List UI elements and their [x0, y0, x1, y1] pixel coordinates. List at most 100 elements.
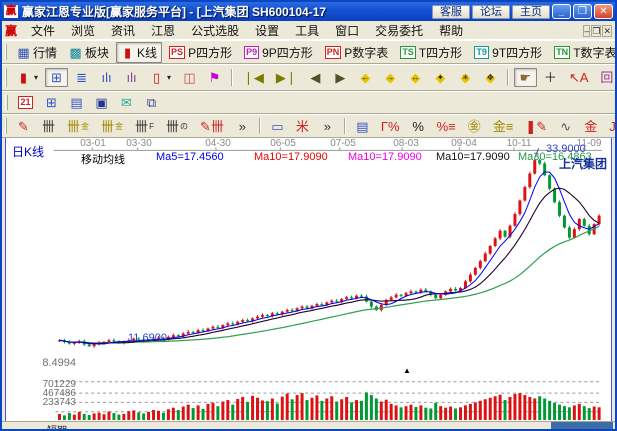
gold-circle-button[interactable]: ㊎ [463, 117, 486, 136]
last-page-button[interactable]: ▶❘ [271, 68, 302, 87]
pan-left-button[interactable]: ◆← [354, 68, 377, 87]
pan-right-button[interactable]: ◆→ [379, 68, 402, 87]
t9-square-button[interactable]: T99T四方形 [469, 42, 547, 63]
expand-h-button[interactable]: ◆↔ [404, 68, 427, 87]
quotes-button[interactable]: ▦行情 [12, 42, 62, 63]
rake-f-button[interactable]: 卌F [130, 117, 159, 136]
kline-button[interactable]: ▮K线 [116, 42, 162, 63]
info-panel-button[interactable]: ≣ [70, 68, 93, 87]
toolbar-grip[interactable] [5, 95, 8, 110]
calendar21-button[interactable]: 21 [13, 94, 38, 111]
menu-trade[interactable]: 交易委托 [367, 23, 431, 39]
rake-gold2-button[interactable]: 卌金 [96, 117, 128, 136]
menu-help[interactable]: 帮助 [431, 23, 471, 39]
home-button[interactable]: 主页 [512, 5, 550, 19]
menu-window[interactable]: 窗口 [327, 23, 367, 39]
menu-browse[interactable]: 浏览 [63, 23, 103, 39]
fib-percent-button[interactable]: Γ% [376, 117, 405, 136]
box-tool-button[interactable]: ▭ [266, 117, 289, 136]
t-table-button[interactable]: TNT数字表 [549, 42, 615, 63]
mdi-close-button[interactable]: ✕ [602, 25, 612, 37]
toolbar-grip[interactable] [5, 68, 7, 86]
restore-button[interactable]: ❐ [573, 4, 592, 19]
menu-tools[interactable]: 工具 [287, 23, 327, 39]
p9-square-button[interactable]: P99P四方形 [239, 42, 318, 63]
close-button[interactable]: ✕ [594, 4, 613, 19]
percent-button[interactable]: % [407, 117, 430, 136]
candle-style-icon: ▯ [150, 70, 163, 85]
toolbar-navigation: ▮▾⊞≣ılıılı▯▾◫⚑❘◀▶❘◀▶◆←◆→◆↔◆✦◆✳◆✥☛＋↖A回爻 [2, 64, 615, 91]
notes-button[interactable]: ▤ [65, 93, 88, 112]
candle-style-dropdown[interactable]: ▯▾ [145, 68, 176, 87]
menu-settings[interactable]: 设置 [247, 23, 287, 39]
figures-button[interactable]: ◫ [178, 68, 201, 87]
menu-formula-stockpick[interactable]: 公式选股 [183, 23, 247, 39]
save-button[interactable]: ▣ [90, 93, 113, 112]
kline-chart-panel[interactable]: 日K线 03-0103-3004-3006-0507-0508-0309-041… [5, 138, 612, 421]
compress-h-button[interactable]: ◆✦ [429, 68, 452, 87]
menu-news[interactable]: 资讯 [103, 23, 143, 39]
forum-button[interactable]: 论坛 [472, 5, 510, 19]
p-square-button[interactable]: PSP四方形 [164, 42, 237, 63]
p-table-button[interactable]: PNP数字表 [320, 42, 394, 63]
toolbar-separator [507, 69, 509, 87]
gann-grid-button[interactable]: 回 [595, 68, 615, 87]
export-button[interactable]: ⧉ [140, 93, 163, 112]
crosshair-tool-button[interactable]: ＋ [539, 68, 562, 87]
mdi-restore-button[interactable]: ❐ [591, 25, 601, 37]
pen-rake-button[interactable]: ✎卌 [195, 117, 229, 136]
label-tool-button[interactable]: ↖A [564, 68, 594, 87]
stock-name-label: 上汽集团 [559, 155, 607, 172]
rake-spiral-button[interactable]: 卌の [161, 117, 193, 136]
percent-lines-button[interactable]: %≡ [432, 117, 461, 136]
mdi-minimize-button[interactable]: – [583, 25, 590, 37]
diamond-expand-icon: ◆↔ [409, 70, 422, 85]
rake-gold1-button[interactable]: 卌金 [62, 117, 94, 136]
bars9-button[interactable]: ılı [120, 68, 143, 87]
pn-badge-icon: PN [325, 46, 342, 59]
toolbar-grip[interactable] [5, 118, 7, 134]
toolbar-button-label: P四方形 [188, 44, 232, 61]
toolbar4-more1-button[interactable]: » [231, 117, 254, 136]
toolbar-main: ▦行情▩板块▮K线PSP四方形P99P四方形PNP数字表TST四方形T99T四方… [2, 40, 615, 64]
t-square-button[interactable]: TST四方形 [395, 42, 467, 63]
wave-button[interactable]: ∿ [554, 117, 577, 136]
flag-button[interactable]: ⚑ [203, 68, 226, 87]
gold-lines-button[interactable]: 金≡ [488, 117, 519, 136]
minimize-button[interactable]: _ [552, 4, 571, 19]
percent-icon: % [412, 119, 425, 134]
ts-badge-icon: TS [400, 46, 416, 59]
rake-tool-button[interactable]: 卌 [37, 117, 60, 136]
compress-all-button[interactable]: ◆✳ [454, 68, 477, 87]
title-bar[interactable]: 赢 赢家江恩专业版[赢家服务平台] - [上汽集团 SH600104-17 客服… [2, 2, 615, 21]
pen-tool-button[interactable]: ✎ [12, 117, 35, 136]
candle-pen-button[interactable]: ❚✎ [520, 117, 552, 136]
zoom-region-button[interactable]: ⊞ [45, 68, 68, 87]
service-button[interactable]: 客服 [432, 5, 470, 19]
list-tool-button[interactable]: ▤ [351, 117, 374, 136]
period-dropdown[interactable]: ▮▾ [12, 68, 43, 87]
matrix-button[interactable]: ⊞ [40, 93, 63, 112]
grid-icon: ▦ [17, 45, 30, 60]
hand-tool-button[interactable]: ☛ [514, 68, 537, 87]
gold-line-button[interactable]: 金 [579, 117, 602, 136]
first-page-button[interactable]: ❘◀ [238, 68, 269, 87]
mail-button[interactable]: ✉ [115, 93, 138, 112]
menu-file[interactable]: 文件 [23, 23, 63, 39]
tn-badge-icon: TN [554, 46, 570, 59]
expand-all-button[interactable]: ◆✥ [479, 68, 502, 87]
rake-f-icon: 卌 [135, 119, 148, 134]
kline-chart[interactable] [6, 138, 611, 421]
toolbar-grip[interactable] [5, 44, 7, 60]
toolbar4-more2-button[interactable]: » [316, 117, 339, 136]
prev-page-button[interactable]: ◀ [304, 68, 327, 87]
rays-tool-button[interactable]: 米 [291, 117, 314, 136]
export-icon: ⧉ [145, 95, 158, 110]
sectors-button[interactable]: ▩板块 [64, 42, 114, 63]
menu-gann[interactable]: 江恩 [143, 23, 183, 39]
next-page-button[interactable]: ▶ [329, 68, 352, 87]
j-angle-button[interactable]: J∠ [604, 117, 615, 136]
blocks-icon: ▩ [69, 45, 82, 60]
bars3-button[interactable]: ılı [95, 68, 118, 87]
chevron-down-icon: ▾ [167, 73, 171, 82]
